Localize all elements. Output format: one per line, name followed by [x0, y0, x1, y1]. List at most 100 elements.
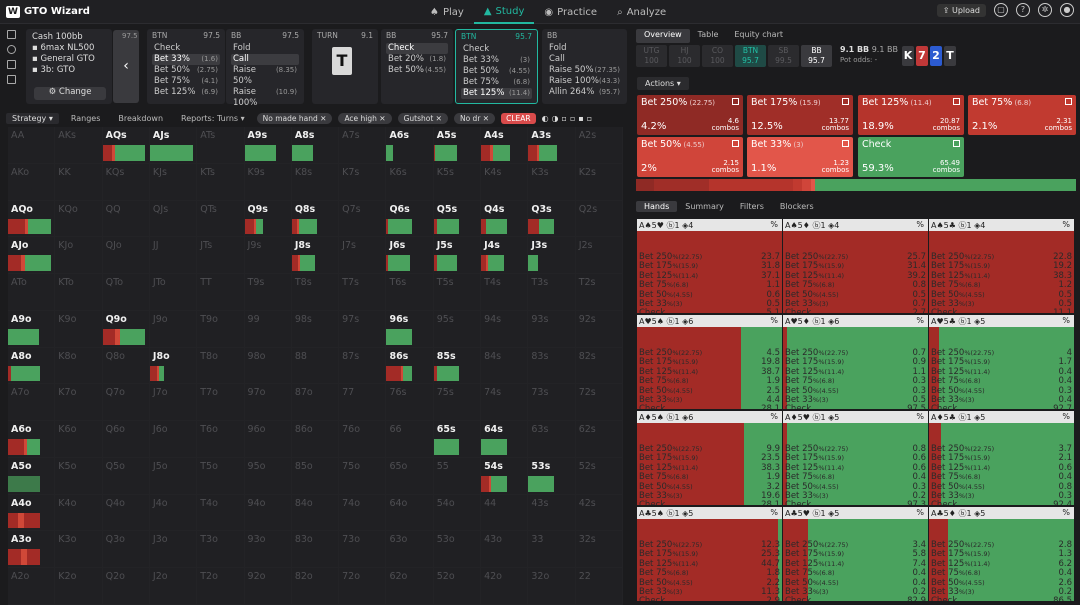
- copy-icon[interactable]: [842, 140, 849, 147]
- hand-cell[interactable]: Q3s: [528, 200, 576, 238]
- hand-cell[interactable]: K5o: [55, 457, 103, 495]
- nav-study[interactable]: ▲ Study: [473, 0, 535, 24]
- hand-cell[interactable]: K7s: [339, 163, 387, 201]
- hand-cell[interactable]: AQo: [8, 200, 56, 238]
- hand-cell[interactable]: 42s: [575, 494, 623, 532]
- hand-cell[interactable]: T8o: [197, 347, 245, 385]
- back-button[interactable]: ‹: [113, 30, 139, 103]
- hand-cell[interactable]: 73s: [528, 384, 576, 422]
- hand-cell[interactable]: K4o: [55, 494, 103, 532]
- hand-cell[interactable]: KK: [55, 163, 103, 201]
- hand-cell[interactable]: 53s: [528, 457, 576, 495]
- hand-cell[interactable]: A6s: [386, 127, 434, 164]
- hand-cell[interactable]: 54o: [433, 494, 482, 532]
- actions-dropdown[interactable]: Actions ▾: [637, 77, 689, 90]
- hand-cell[interactable]: J9o: [149, 310, 198, 348]
- hand-cell[interactable]: T2o: [197, 568, 245, 605]
- hand-cell[interactable]: JTo: [149, 274, 198, 311]
- hand-card[interactable]: A♦5♥ ⓑ1 ◈5% Bet 250%(22.75) 0.8 Bet 175%(15…: [783, 411, 928, 505]
- hand-cell[interactable]: T7s: [339, 274, 387, 311]
- hand-cell[interactable]: A6o: [8, 421, 56, 458]
- hand-cell[interactable]: 92o: [244, 568, 292, 605]
- hand-cell[interactable]: J2s: [575, 237, 623, 275]
- hand-cell[interactable]: J8o: [149, 347, 198, 385]
- action-option[interactable]: Raise 100% (10.9): [231, 87, 299, 109]
- hand-cell[interactable]: K5s: [433, 163, 482, 201]
- hand-cell[interactable]: QQ: [102, 200, 150, 238]
- hand-cell[interactable]: 72o: [339, 568, 387, 605]
- action-box[interactable]: Bet 33% (3) 1.1% 1.23 combos: [747, 137, 853, 177]
- close-icon[interactable]: ✕: [480, 114, 489, 123]
- screenshot-icon[interactable]: ▢: [994, 3, 1008, 17]
- hand-cell[interactable]: 63o: [386, 531, 434, 569]
- copy-icon[interactable]: [732, 140, 739, 147]
- hand-cell[interactable]: T9o: [197, 310, 245, 348]
- hand-cell[interactable]: J6s: [386, 237, 434, 275]
- hand-cell[interactable]: AKo: [8, 163, 56, 201]
- hand-cell[interactable]: 52s: [575, 457, 623, 495]
- hand-cell[interactable]: KQs: [102, 163, 150, 201]
- hand-card[interactable]: A♠5♦ ⓑ1 ◈4% Bet 250%(22.75) 25.7 Bet 175%(1…: [783, 219, 928, 313]
- hand-cell[interactable]: T6s: [386, 274, 434, 311]
- action-option[interactable]: Bet 33% (3): [461, 55, 532, 66]
- tab-equity-chart[interactable]: Equity chart: [726, 29, 791, 43]
- hand-cell[interactable]: T6o: [197, 421, 245, 458]
- player-hj[interactable]: HJ 100: [669, 45, 700, 67]
- hand-cell[interactable]: 22: [575, 568, 623, 605]
- hand-cell[interactable]: 66: [386, 421, 434, 458]
- hand-card[interactable]: A♣5♦ ⓑ1 ◈5% Bet 250%(22.75) 2.8 Bet 175%(15…: [929, 507, 1074, 601]
- hand-cell[interactable]: K2o: [55, 568, 103, 605]
- tab-summary[interactable]: Summary: [677, 201, 732, 212]
- hand-cell[interactable]: 93s: [528, 310, 576, 348]
- hand-cell[interactable]: 55: [433, 457, 482, 495]
- action-column-bb[interactable]: BB Fold Call Raise 50% (27.35) Raise 100% (43.…: [542, 29, 627, 104]
- hand-cell[interactable]: 82s: [575, 347, 623, 385]
- hand-cell[interactable]: 77: [339, 384, 387, 422]
- turn-card[interactable]: T: [332, 47, 352, 75]
- action-option[interactable]: Bet 75% (6.8): [461, 77, 532, 88]
- hand-cell[interactable]: 73o: [339, 531, 387, 569]
- action-option[interactable]: Bet 50% (4.55): [386, 65, 448, 76]
- hand-cell[interactable]: 65o: [386, 457, 434, 495]
- hand-cell[interactable]: A2o: [8, 568, 56, 605]
- hand-cell[interactable]: 42o: [481, 568, 529, 605]
- hand-cell[interactable]: 63s: [528, 421, 576, 458]
- gear-icon[interactable]: ✲: [1038, 3, 1052, 17]
- hand-cell[interactable]: 74o: [339, 494, 387, 532]
- hand-cell[interactable]: 94s: [481, 310, 529, 348]
- tab-overview[interactable]: Overview: [636, 29, 690, 43]
- hand-cell[interactable]: KTo: [55, 274, 103, 311]
- hand-cell[interactable]: 83s: [528, 347, 576, 385]
- hand-cell[interactable]: K9s: [244, 163, 292, 201]
- hand-cell[interactable]: A3o: [8, 531, 56, 569]
- hand-cell[interactable]: AJs: [149, 127, 198, 164]
- action-box[interactable]: Bet 125% (11.4) 18.9% 20.87 combos: [858, 95, 964, 135]
- hand-cell[interactable]: 64s: [481, 421, 529, 458]
- hand-card[interactable]: A♦5♣ ⓑ1 ◈5% Bet 250%(22.75) 3.7 Bet 175%(15…: [929, 411, 1074, 505]
- text-cursor-icon[interactable]: [6, 75, 16, 84]
- hand-cell[interactable]: Q7s: [339, 200, 387, 238]
- hand-cell[interactable]: K8s: [291, 163, 340, 201]
- action-box[interactable]: Bet 175% (15.9) 12.5% 13.77 combos: [747, 95, 853, 135]
- hand-cell[interactable]: TT: [197, 274, 245, 311]
- close-icon[interactable]: ✕: [377, 114, 385, 123]
- hand-cell[interactable]: 53o: [433, 531, 482, 569]
- hand-cell[interactable]: Q4s: [481, 200, 529, 238]
- hand-cell[interactable]: K8o: [55, 347, 103, 385]
- hand-cell[interactable]: Q7o: [102, 384, 150, 422]
- hand-cell[interactable]: A9s: [244, 127, 292, 164]
- close-icon[interactable]: ✕: [318, 114, 326, 123]
- hand-cell[interactable]: 83o: [291, 531, 340, 569]
- action-option[interactable]: Call: [231, 54, 299, 65]
- action-option[interactable]: Raise 50% (8.35): [231, 65, 299, 87]
- action-column-bb[interactable]: BB 97.5 Fold Call Raise 50% (8.35) Raise 100% (…: [226, 29, 304, 108]
- action-column-btn[interactable]: BTN 95.7 Check Bet 33% (3) Bet 50% (4.55) Bet 7…: [455, 29, 538, 104]
- strategy-dropdown[interactable]: Strategy ▾: [6, 112, 59, 124]
- hand-cell[interactable]: A5s: [433, 127, 482, 164]
- copy-icon[interactable]: [953, 98, 960, 105]
- hand-cell[interactable]: 43o: [481, 531, 529, 569]
- hand-cell[interactable]: 92s: [575, 310, 623, 348]
- hand-cell[interactable]: QTs: [197, 200, 245, 238]
- hand-cell[interactable]: T5o: [197, 457, 245, 495]
- hand-cell[interactable]: K3o: [55, 531, 103, 569]
